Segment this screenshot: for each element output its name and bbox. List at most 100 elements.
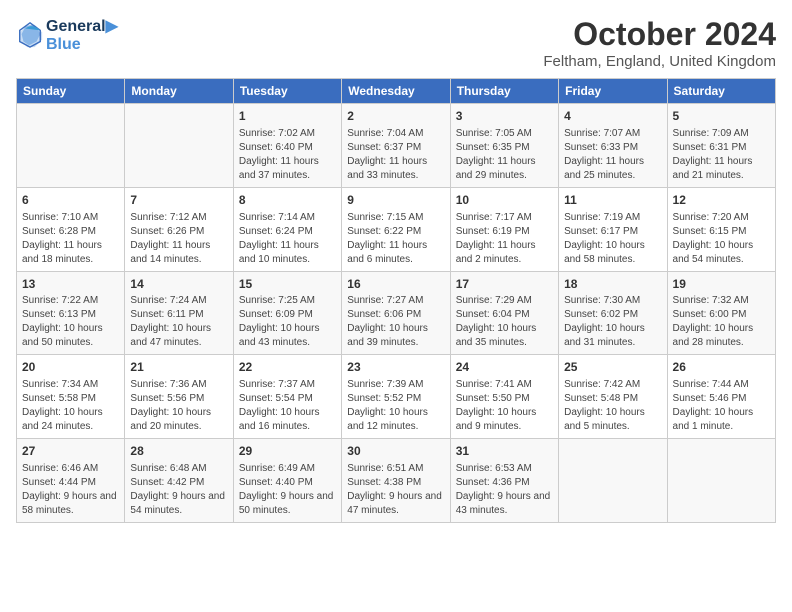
calendar-cell: 1Sunrise: 7:02 AM Sunset: 6:40 PM Daylig… (233, 104, 341, 188)
cell-info: Sunrise: 7:17 AM Sunset: 6:19 PM Dayligh… (456, 211, 553, 267)
calendar-week-row: 20 Sunrise: 7:34 AM Sunset: 5:58 PM Dayli… (17, 355, 776, 439)
calendar-cell: 2 Sunrise: 7:04 AM Sunset: 6:37 PM Daylig… (342, 104, 450, 188)
cell-info: Sunrise: 6:49 AM Sunset: 4:40 PM Dayligh… (239, 462, 336, 518)
calendar-cell: 31 Sunrise: 6:53 AM Sunset: 4:36 PM Dayli… (450, 439, 558, 523)
day-number: 5 (673, 108, 770, 125)
day-number: 8 (239, 192, 336, 209)
calendar-cell: 20 Sunrise: 7:34 AM Sunset: 5:58 PM Dayli… (17, 355, 125, 439)
cell-info: Sunrise: 7:09 AM Sunset: 6:31 PM Dayligh… (673, 127, 770, 183)
cell-info: Sunrise: 7:44 AM Sunset: 5:46 PM Dayligh… (673, 378, 770, 434)
cell-info: Sunrise: 7:30 AM Sunset: 6:02 PM Dayligh… (564, 294, 661, 350)
calendar-week-row: 6Sunrise: 7:10 AM Sunset: 6:28 PM Daylig… (17, 187, 776, 271)
cell-info: Sunrise: 7:32 AM Sunset: 6:00 PM Dayligh… (673, 294, 770, 350)
calendar-table: SundayMondayTuesdayWednesdayThursdayFrid… (16, 78, 776, 523)
calendar-cell: 25 Sunrise: 7:42 AM Sunset: 5:48 PM Dayli… (559, 355, 667, 439)
cell-info: Sunrise: 7:29 AM Sunset: 6:04 PM Dayligh… (456, 294, 553, 350)
calendar-cell (125, 104, 233, 188)
cell-info: Sunrise: 7:10 AM Sunset: 6:28 PM Dayligh… (22, 211, 119, 267)
cell-info: Sunrise: 7:15 AM Sunset: 6:22 PM Dayligh… (347, 211, 444, 267)
day-number: 30 (347, 443, 444, 460)
day-of-week-header: Tuesday (233, 79, 341, 104)
day-number: 16 (347, 276, 444, 293)
cell-info: Sunrise: 7:22 AM Sunset: 6:13 PM Dayligh… (22, 294, 119, 350)
day-number: 20 (22, 359, 119, 376)
calendar-cell: 18Sunrise: 7:30 AM Sunset: 6:02 PM Dayli… (559, 271, 667, 355)
cell-info: Sunrise: 7:34 AM Sunset: 5:58 PM Dayligh… (22, 378, 119, 434)
calendar-cell: 29 Sunrise: 6:49 AM Sunset: 4:40 PM Dayli… (233, 439, 341, 523)
calendar-cell: 24Sunrise: 7:41 AM Sunset: 5:50 PM Dayli… (450, 355, 558, 439)
calendar-cell: 28 Sunrise: 6:48 AM Sunset: 4:42 PM Dayli… (125, 439, 233, 523)
day-number: 17 (456, 276, 553, 293)
page-header: General▶ Blue October 2024 Feltham, Engl… (16, 16, 776, 70)
calendar-cell: 30 Sunrise: 6:51 AM Sunset: 4:38 PM Dayli… (342, 439, 450, 523)
calendar-cell (17, 104, 125, 188)
day-of-week-header: Monday (125, 79, 233, 104)
day-number: 9 (347, 192, 444, 209)
cell-info: Sunrise: 7:20 AM Sunset: 6:15 PM Dayligh… (673, 211, 770, 267)
day-number: 13 (22, 276, 119, 293)
calendar-cell: 22 Sunrise: 7:37 AM Sunset: 5:54 PM Dayli… (233, 355, 341, 439)
calendar-cell: 13Sunrise: 7:22 AM Sunset: 6:13 PM Dayli… (17, 271, 125, 355)
cell-info: Sunrise: 6:48 AM Sunset: 4:42 PM Dayligh… (130, 462, 227, 518)
day-number: 25 (564, 359, 661, 376)
calendar-cell: 7 Sunrise: 7:12 AM Sunset: 6:26 PM Daylig… (125, 187, 233, 271)
cell-info: Sunrise: 7:36 AM Sunset: 5:56 PM Dayligh… (130, 378, 227, 434)
day-number: 10 (456, 192, 553, 209)
day-number: 28 (130, 443, 227, 460)
day-number: 22 (239, 359, 336, 376)
cell-info: Sunrise: 7:12 AM Sunset: 6:26 PM Dayligh… (130, 211, 227, 267)
calendar-cell: 5 Sunrise: 7:09 AM Sunset: 6:31 PM Daylig… (667, 104, 775, 188)
cell-info: Sunrise: 6:53 AM Sunset: 4:36 PM Dayligh… (456, 462, 553, 518)
calendar-cell: 17Sunrise: 7:29 AM Sunset: 6:04 PM Dayli… (450, 271, 558, 355)
location: Feltham, England, United Kingdom (543, 53, 776, 70)
cell-info: Sunrise: 7:07 AM Sunset: 6:33 PM Dayligh… (564, 127, 661, 183)
day-number: 27 (22, 443, 119, 460)
cell-info: Sunrise: 7:05 AM Sunset: 6:35 PM Dayligh… (456, 127, 553, 183)
calendar-week-row: 1Sunrise: 7:02 AM Sunset: 6:40 PM Daylig… (17, 104, 776, 188)
calendar-cell: 9 Sunrise: 7:15 AM Sunset: 6:22 PM Daylig… (342, 187, 450, 271)
calendar-cell: 15Sunrise: 7:25 AM Sunset: 6:09 PM Dayli… (233, 271, 341, 355)
day-number: 21 (130, 359, 227, 376)
calendar-cell: 11Sunrise: 7:19 AM Sunset: 6:17 PM Dayli… (559, 187, 667, 271)
day-of-week-header: Thursday (450, 79, 558, 104)
cell-info: Sunrise: 7:14 AM Sunset: 6:24 PM Dayligh… (239, 211, 336, 267)
day-number: 4 (564, 108, 661, 125)
cell-info: Sunrise: 7:27 AM Sunset: 6:06 PM Dayligh… (347, 294, 444, 350)
day-number: 2 (347, 108, 444, 125)
day-number: 29 (239, 443, 336, 460)
cell-info: Sunrise: 7:25 AM Sunset: 6:09 PM Dayligh… (239, 294, 336, 350)
day-of-week-header: Sunday (17, 79, 125, 104)
day-number: 19 (673, 276, 770, 293)
cell-info: Sunrise: 6:51 AM Sunset: 4:38 PM Dayligh… (347, 462, 444, 518)
calendar-cell: 23 Sunrise: 7:39 AM Sunset: 5:52 PM Dayli… (342, 355, 450, 439)
header-row: SundayMondayTuesdayWednesdayThursdayFrid… (17, 79, 776, 104)
calendar-cell: 14Sunrise: 7:24 AM Sunset: 6:11 PM Dayli… (125, 271, 233, 355)
calendar-cell: 19Sunrise: 7:32 AM Sunset: 6:00 PM Dayli… (667, 271, 775, 355)
month-title: October 2024 (543, 16, 776, 53)
calendar-cell: 16Sunrise: 7:27 AM Sunset: 6:06 PM Dayli… (342, 271, 450, 355)
day-number: 15 (239, 276, 336, 293)
calendar-cell (667, 439, 775, 523)
day-of-week-header: Saturday (667, 79, 775, 104)
calendar-cell: 6Sunrise: 7:10 AM Sunset: 6:28 PM Daylig… (17, 187, 125, 271)
day-number: 23 (347, 359, 444, 376)
calendar-cell: 10 Sunrise: 7:17 AM Sunset: 6:19 PM Dayli… (450, 187, 558, 271)
calendar-week-row: 27Sunrise: 6:46 AM Sunset: 4:44 PM Dayli… (17, 439, 776, 523)
cell-info: Sunrise: 7:37 AM Sunset: 5:54 PM Dayligh… (239, 378, 336, 434)
logo-icon (16, 21, 44, 49)
calendar-week-row: 13Sunrise: 7:22 AM Sunset: 6:13 PM Dayli… (17, 271, 776, 355)
title-block: October 2024 Feltham, England, United Ki… (543, 16, 776, 70)
day-number: 11 (564, 192, 661, 209)
day-number: 26 (673, 359, 770, 376)
day-of-week-header: Wednesday (342, 79, 450, 104)
day-of-week-header: Friday (559, 79, 667, 104)
day-number: 7 (130, 192, 227, 209)
cell-info: Sunrise: 7:04 AM Sunset: 6:37 PM Dayligh… (347, 127, 444, 183)
day-number: 3 (456, 108, 553, 125)
cell-info: Sunrise: 7:02 AM Sunset: 6:40 PM Dayligh… (239, 127, 336, 183)
day-number: 12 (673, 192, 770, 209)
cell-info: Sunrise: 7:39 AM Sunset: 5:52 PM Dayligh… (347, 378, 444, 434)
day-number: 31 (456, 443, 553, 460)
calendar-cell: 4 Sunrise: 7:07 AM Sunset: 6:33 PM Daylig… (559, 104, 667, 188)
cell-info: Sunrise: 7:42 AM Sunset: 5:48 PM Dayligh… (564, 378, 661, 434)
